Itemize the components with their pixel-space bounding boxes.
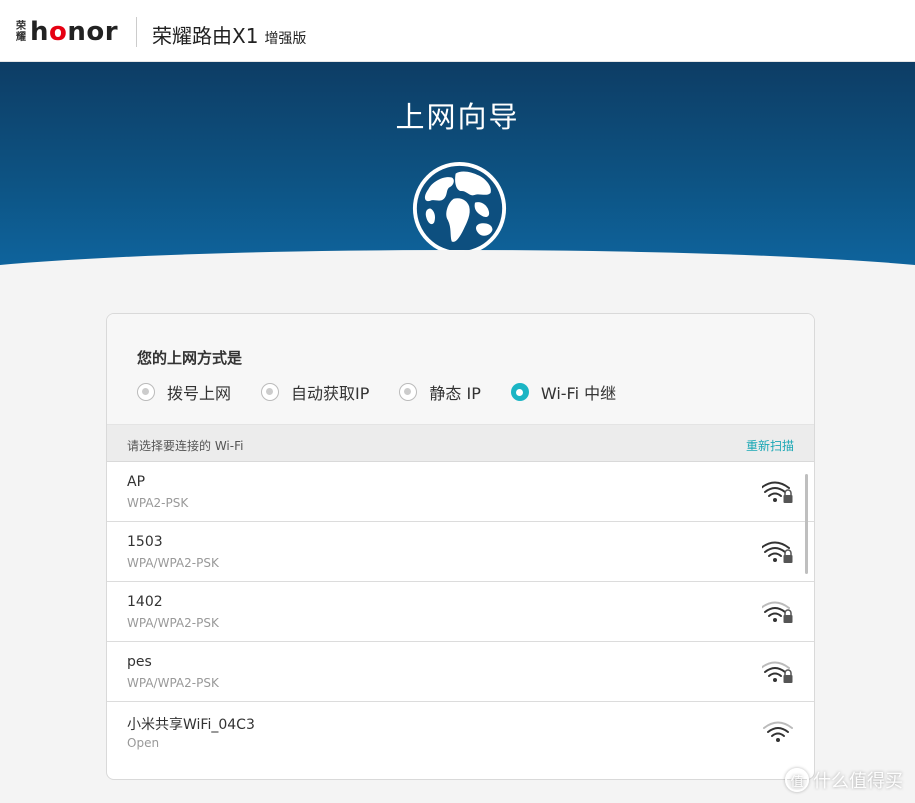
rescan-link[interactable]: 重新扫描 [746, 437, 794, 454]
page-title: 上网向导 [395, 100, 520, 134]
scrollbar[interactable] [805, 474, 808, 574]
wifi-locked-signal-icon [762, 601, 793, 623]
wifi-security: WPA2-PSK [127, 496, 189, 510]
radio-circle-icon [261, 383, 280, 401]
product-title: 荣耀路由X1 增强版 [152, 20, 306, 49]
wifi-security: Open [127, 736, 160, 750]
header-divider [136, 17, 137, 47]
radio-label: 静态 IP [429, 384, 481, 403]
logo-en-text: honor [30, 17, 119, 47]
watermark-logo-icon: 值 [785, 768, 809, 792]
wifi-security: WPA/WPA2-PSK [127, 616, 219, 630]
wifi-locked-signal-icon [762, 481, 793, 503]
globe-icon [412, 161, 507, 256]
radio-label: 自动获取IP [291, 384, 370, 403]
wifi-network-row[interactable]: 小米共享WiFi_04C3 Open [107, 702, 814, 762]
wifi-signal-icon [763, 721, 793, 742]
wifi-ssid: pes [127, 654, 152, 670]
radio-label: Wi-Fi 中继 [540, 384, 617, 403]
hero-banner: 上网向导 [0, 62, 915, 277]
radio-circle-icon [137, 383, 155, 401]
wifi-network-row[interactable]: pes WPA/WPA2-PSK [107, 642, 814, 702]
wifi-list: AP WPA2-PSK 1503 WPA/WPA2-PSK 1402 WPA/WPA2-P… [107, 462, 814, 779]
wifi-network-row[interactable]: AP WPA2-PSK [107, 462, 814, 522]
radio-wifi-relay[interactable]: Wi-Fi 中继 [510, 380, 617, 404]
radio-static-ip[interactable]: 静态 IP [399, 380, 481, 404]
wifi-ssid: AP [127, 474, 146, 490]
wifi-network-row[interactable]: 1402 WPA/WPA2-PSK [107, 582, 814, 642]
connection-type-question: 您的上网方式是 [137, 349, 243, 367]
hero-curve [0, 250, 915, 277]
setup-card: 您的上网方式是 拨号上网 自动获取IP 静态 IP Wi-Fi 中继 请选择要连… [106, 313, 815, 780]
watermark: 值 什么值得买 [785, 767, 903, 793]
radio-label: 拨号上网 [167, 384, 232, 403]
wifi-ssid: 1503 [127, 534, 163, 550]
wifi-security: WPA/WPA2-PSK [127, 676, 219, 690]
product-name: 荣耀路由X1 [152, 24, 259, 48]
honor-logo: 荣耀 honor [16, 17, 119, 47]
wifi-list-header: 请选择要连接的 Wi-Fi 重新扫描 [107, 424, 814, 462]
product-edition: 增强版 [264, 31, 307, 47]
connection-type-radio-group: 拨号上网 自动获取IP 静态 IP Wi-Fi 中继 [137, 380, 646, 404]
watermark-text: 什么值得买 [813, 771, 903, 792]
wifi-network-row[interactable]: 1503 WPA/WPA2-PSK [107, 522, 814, 582]
wifi-list-title: 请选择要连接的 Wi-Fi [127, 439, 244, 453]
wifi-locked-signal-icon [762, 541, 793, 563]
radio-pppoe[interactable]: 拨号上网 [137, 380, 231, 404]
top-bar: 荣耀 honor 荣耀路由X1 增强版 [0, 0, 915, 62]
wifi-ssid: 小米共享WiFi_04C3 [127, 717, 255, 733]
connection-type-section: 您的上网方式是 拨号上网 自动获取IP 静态 IP Wi-Fi 中继 [107, 314, 814, 424]
radio-circle-icon [399, 383, 418, 401]
radio-dhcp[interactable]: 自动获取IP [261, 380, 369, 404]
wifi-locked-signal-icon [762, 661, 793, 683]
wifi-security: WPA/WPA2-PSK [127, 556, 219, 570]
wifi-ssid: 1402 [127, 594, 163, 610]
radio-selected-icon [510, 383, 529, 401]
logo-cn-text: 荣耀 [16, 21, 26, 43]
